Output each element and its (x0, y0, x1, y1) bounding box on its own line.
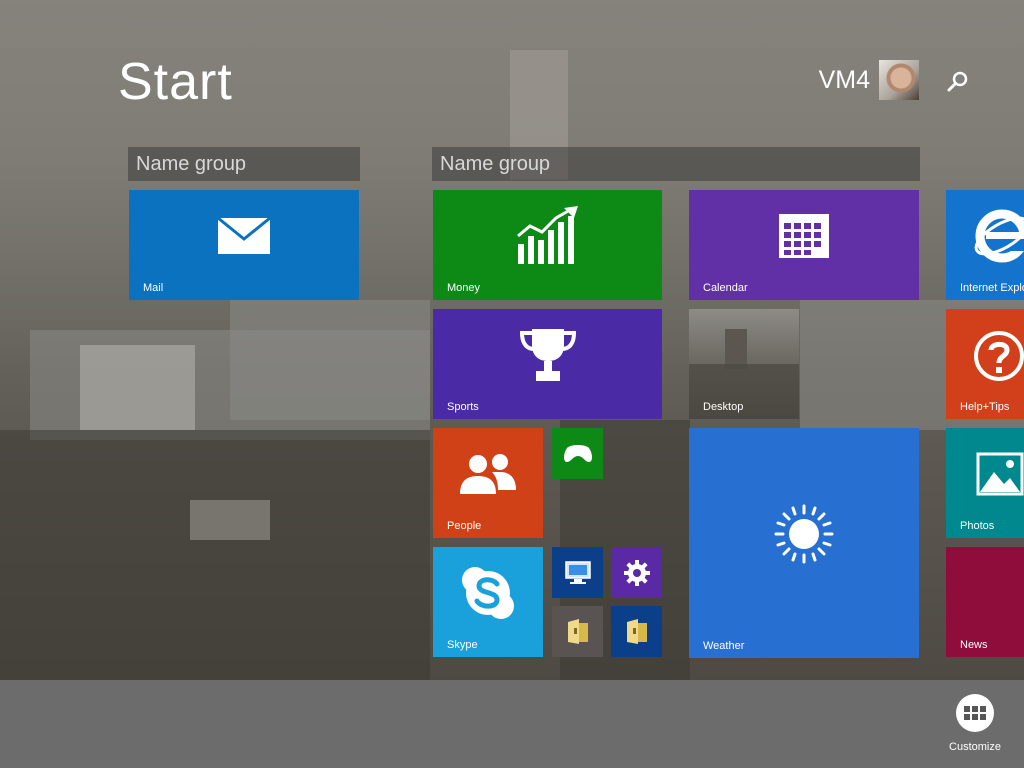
tile-skype[interactable]: Skype (433, 547, 543, 657)
group-name-2[interactable]: Name group (432, 147, 920, 181)
tile-money[interactable]: Money (433, 190, 662, 300)
mail-icon (217, 217, 271, 255)
sun-icon (774, 504, 834, 564)
tile-games[interactable] (552, 428, 603, 479)
page-title: Start (118, 53, 233, 111)
customize-button[interactable]: Customize (946, 694, 1004, 753)
photo-icon (976, 452, 1024, 496)
bottom-bar (0, 680, 1024, 768)
internet-explorer-icon (974, 209, 1024, 263)
tile-label: Help+Tips (960, 401, 1010, 413)
user-name[interactable]: VM4 (819, 66, 870, 95)
tile-label: Skype (447, 639, 478, 651)
tile-label: Photos (960, 520, 995, 532)
search-icon (947, 71, 968, 92)
desktop-thumbnail (725, 329, 747, 369)
folder-icon (626, 618, 647, 644)
computer-icon (564, 560, 591, 584)
tile-people[interactable]: People (433, 428, 543, 538)
tile-desktop[interactable]: Desktop (689, 309, 799, 419)
tile-label: Calendar (703, 282, 748, 294)
tile-label: Internet Explo (960, 282, 1024, 294)
tile-this-pc[interactable] (552, 547, 603, 598)
tile-news[interactable]: News (946, 547, 1024, 657)
tile-file-explorer-2[interactable] (611, 606, 662, 657)
customize-label: Customize (949, 741, 1001, 753)
tile-label: Desktop (703, 401, 744, 413)
tile-pc-settings[interactable] (611, 547, 662, 598)
help-icon (974, 331, 1024, 381)
gear-icon (623, 559, 650, 586)
tiles-grid-icon (964, 706, 986, 720)
tile-label: News (960, 639, 988, 651)
people-icon (460, 454, 516, 495)
customize-circle (956, 694, 994, 732)
tile-label: Weather (703, 640, 745, 652)
chart-icon (516, 206, 578, 265)
game-controller-icon (563, 444, 592, 462)
tile-weather[interactable]: Weather (689, 428, 919, 658)
tile-label: Money (447, 282, 481, 294)
calendar-icon (779, 214, 829, 259)
tile-label: Sports (447, 401, 479, 413)
tile-internet-explorer[interactable]: Internet Explo (946, 190, 1024, 300)
tile-file-explorer-1[interactable] (552, 606, 603, 657)
folder-icon (567, 618, 588, 644)
tile-calendar[interactable]: Calendar (689, 190, 919, 300)
trophy-icon (519, 329, 576, 382)
tile-help-tips[interactable]: Help+Tips (946, 309, 1024, 419)
tile-label: Mail (143, 282, 164, 294)
search-button[interactable] (944, 68, 972, 96)
tile-sports[interactable]: Sports (433, 309, 662, 419)
tile-label: People (447, 520, 482, 532)
avatar[interactable] (879, 60, 919, 100)
skype-icon (462, 567, 514, 620)
group-name-1[interactable]: Name group (128, 147, 360, 181)
tile-mail[interactable]: Mail (129, 190, 359, 300)
tile-photos[interactable]: Photos (946, 428, 1024, 538)
